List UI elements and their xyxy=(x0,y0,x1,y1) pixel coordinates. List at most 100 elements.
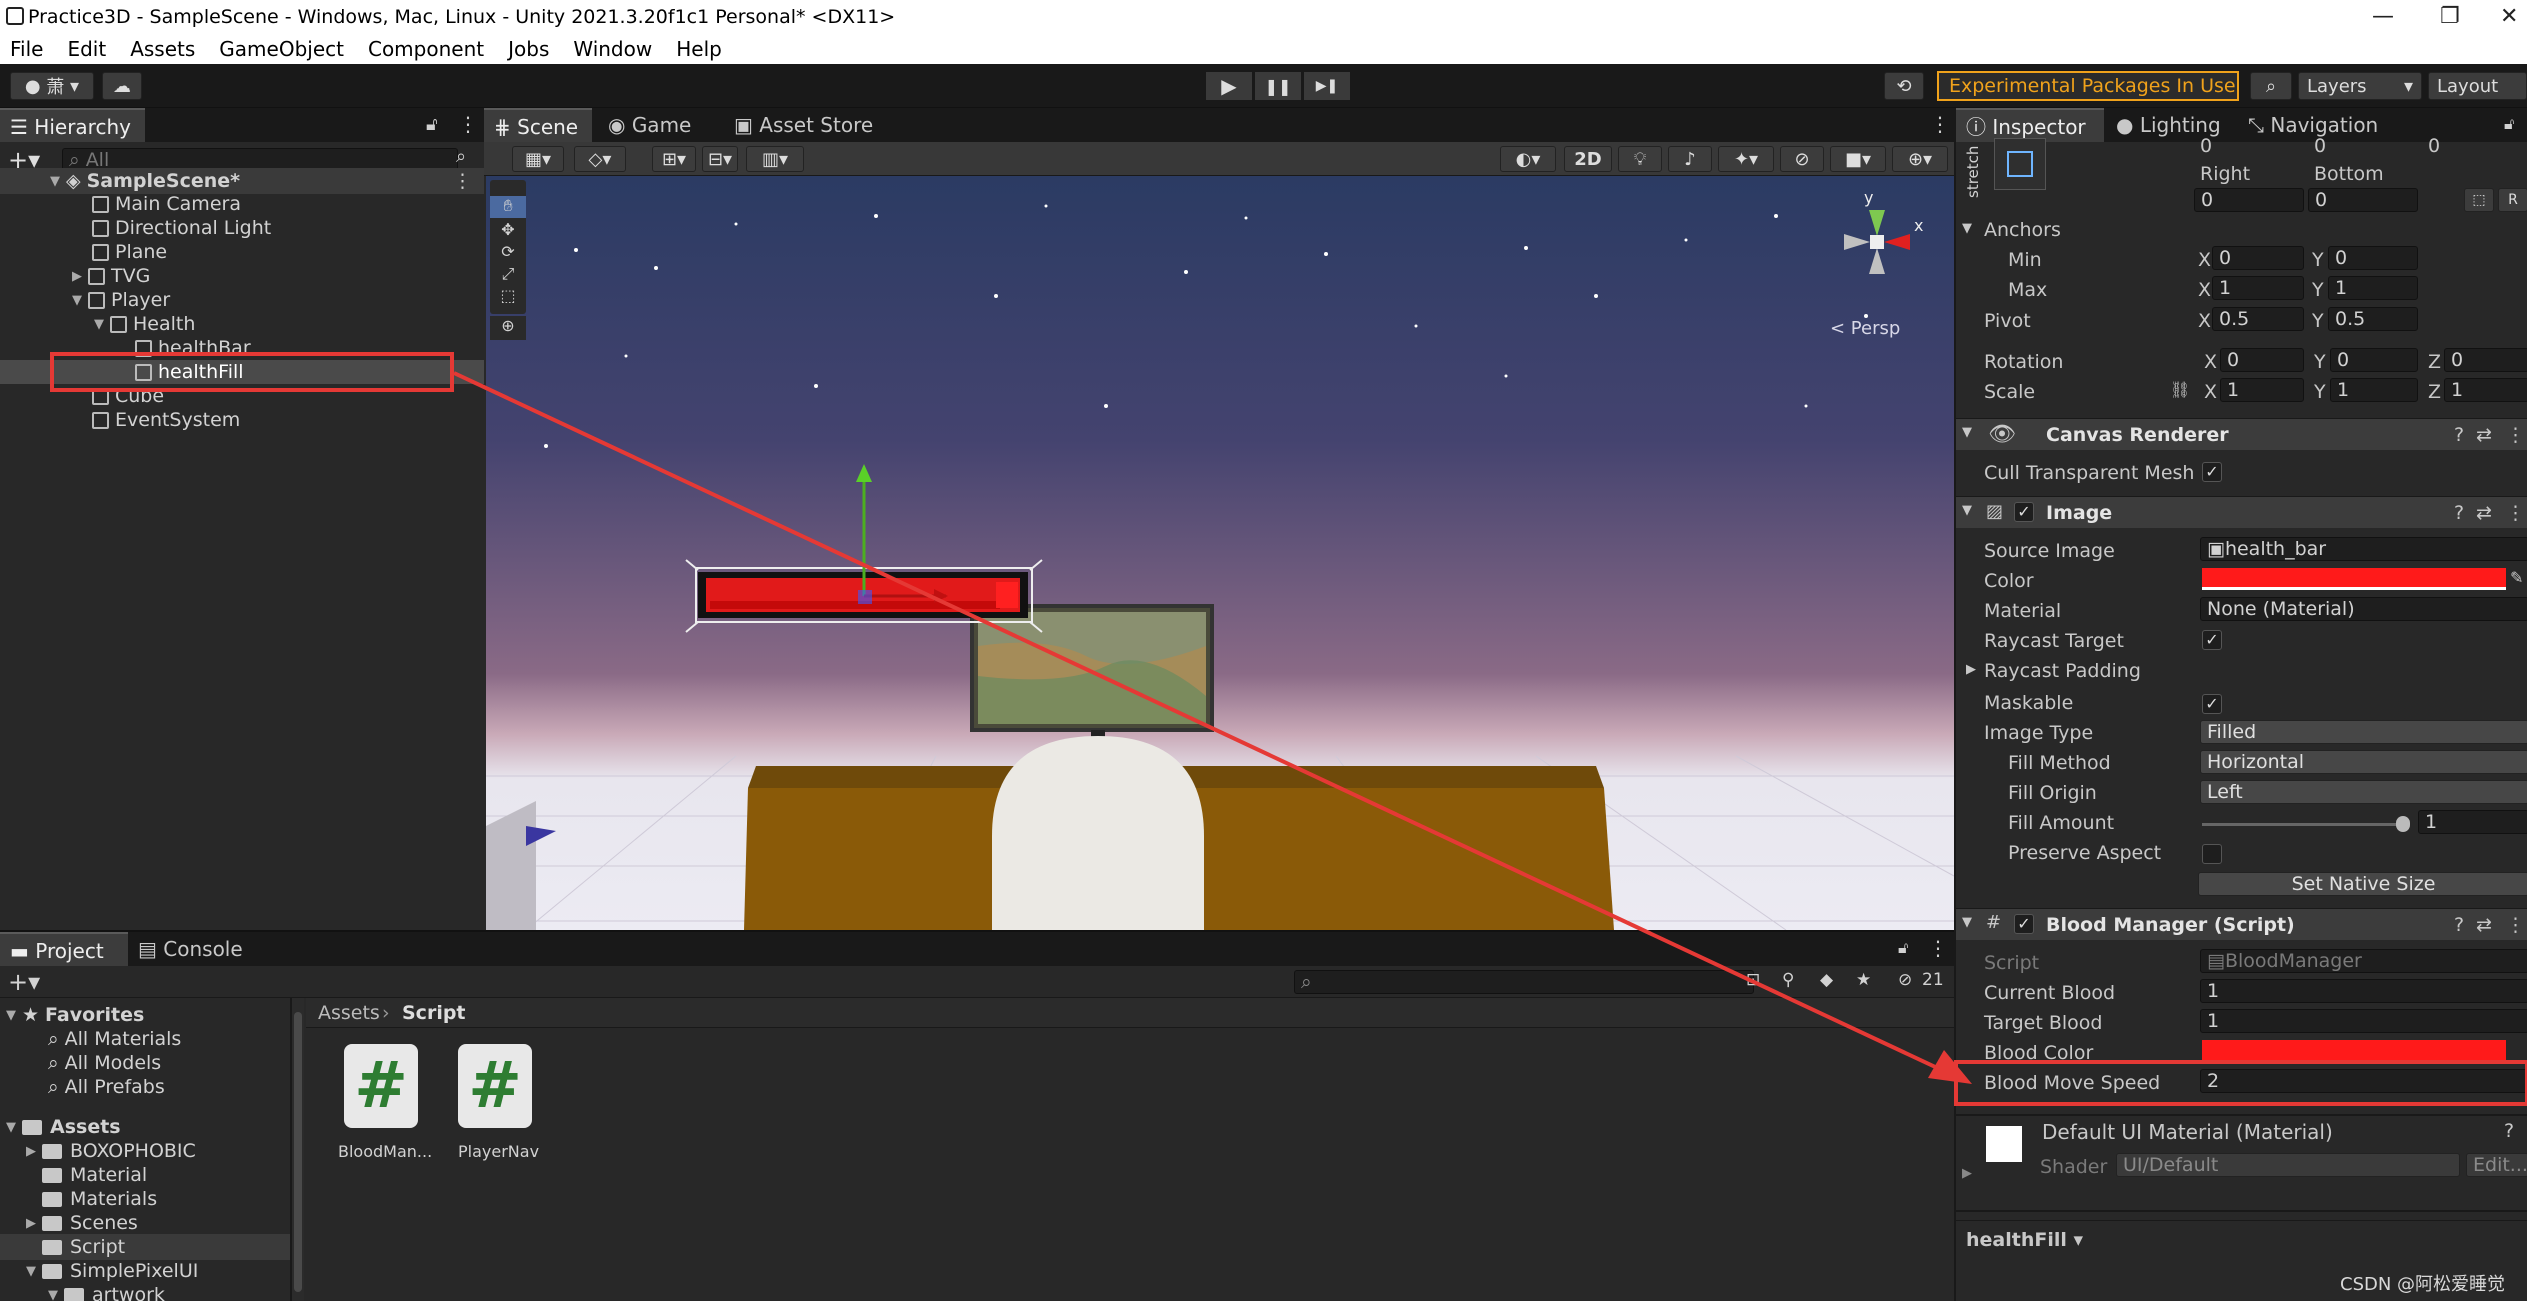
menu-jobs[interactable]: Jobs xyxy=(508,37,549,61)
menu-help[interactable]: Help xyxy=(676,37,722,61)
draw-mode-dropdown[interactable]: ▦▾ xyxy=(512,146,564,172)
pivot-y-input[interactable]: 0.5 xyxy=(2328,307,2418,331)
current-blood-input[interactable]: 1 xyxy=(2200,979,2527,1003)
more-options-icon[interactable]: ⋮ xyxy=(1930,112,1950,136)
scene-row[interactable]: ▼ ◈ SampleScene* ⋮ xyxy=(0,168,484,194)
canvas-renderer-header[interactable]: ▼ 👁︎ Canvas Renderer ? ⇄ ⋮ xyxy=(1956,418,2527,450)
tree-scrollbar[interactable] xyxy=(292,998,304,1301)
more-options-icon[interactable]: ⋮ xyxy=(1928,936,1948,960)
preserve-aspect-checkbox[interactable] xyxy=(2202,844,2222,864)
layout-dropdown[interactable]: Layout xyxy=(2428,72,2527,100)
rotate-tool-icon[interactable]: ⟳ xyxy=(490,242,526,262)
gizmos-dropdown[interactable]: ⊕▾ xyxy=(1892,146,1948,172)
menu-edit[interactable]: Edit xyxy=(67,37,106,61)
set-native-size-button[interactable]: Set Native Size xyxy=(2198,872,2527,896)
favorites-header[interactable]: ▼ ★ Favorites xyxy=(6,1004,144,1026)
rect-value-posz[interactable]: 0 xyxy=(2428,135,2440,157)
fill-amount-slider-track[interactable] xyxy=(2202,823,2402,826)
anchor-min-y-input[interactable]: 0 xyxy=(2328,246,2418,270)
search-by-type-icon[interactable]: ⊡ xyxy=(1746,970,1760,990)
scene-menu-icon[interactable]: ⋮ xyxy=(453,170,472,192)
breadcrumb-script[interactable]: Script xyxy=(402,1002,466,1024)
tag-icon[interactable]: ◆ xyxy=(1820,970,1833,990)
folder-scenes[interactable]: ▶ Scenes xyxy=(26,1212,138,1234)
tab-hierarchy[interactable]: ☰ Hierarchy xyxy=(0,108,145,142)
bottom-input[interactable]: 0 xyxy=(2308,188,2418,212)
component-menu-icon[interactable]: ⋮ xyxy=(2506,424,2525,446)
rotation-z-input[interactable]: 0 xyxy=(2444,348,2527,372)
right-input[interactable]: 0 xyxy=(2194,188,2304,212)
folder-simplepixelui[interactable]: ▼ SimplePixelUI xyxy=(26,1260,198,1282)
scale-tool-icon[interactable]: ⤢ xyxy=(490,264,526,284)
expand-arrow-icon[interactable]: ▶ xyxy=(1962,1166,1972,1181)
anchor-max-x-input[interactable]: 1 xyxy=(2212,276,2304,300)
pivot-toggle[interactable]: ⊞▾ xyxy=(652,146,696,172)
tab-inspector[interactable]: ⓘ Inspector xyxy=(1956,108,2104,142)
preset-icon[interactable]: ⇄ xyxy=(2476,424,2492,446)
close-button[interactable]: ✕ xyxy=(2500,4,2518,29)
maskable-checkbox[interactable]: ✓ xyxy=(2202,694,2222,714)
search-icon[interactable]: ⌕ xyxy=(2250,72,2292,100)
preset-icon[interactable]: ⇄ xyxy=(2476,914,2492,936)
menu-assets[interactable]: Assets xyxy=(130,37,195,61)
tab-game[interactable]: ◉ Game xyxy=(598,108,701,142)
collapse-arrow-icon[interactable]: ▼ xyxy=(1962,503,1972,518)
hierarchy-item-health[interactable]: ▼ Health xyxy=(94,312,195,336)
expand-arrow-icon[interactable]: ▼ xyxy=(72,293,88,308)
fill-amount-input[interactable]: 1 xyxy=(2418,810,2527,834)
rotation-y-input[interactable]: 0 xyxy=(2330,348,2418,372)
image-header[interactable]: ▼ ▨ ✓ Image ? ⇄ ⋮ xyxy=(1956,496,2527,528)
constrain-proportions-icon[interactable]: ⛓ xyxy=(2170,380,2190,399)
help-icon[interactable]: ? xyxy=(2454,424,2464,446)
cull-transparent-mesh-checkbox[interactable]: ✓ xyxy=(2202,462,2222,482)
search-by-label-icon[interactable]: ⚲ xyxy=(1782,970,1794,990)
menu-component[interactable]: Component xyxy=(368,37,484,61)
toggle-2d-button[interactable]: 2D xyxy=(1564,146,1612,172)
fill-origin-dropdown[interactable]: Left xyxy=(2200,780,2527,804)
favorite-all-prefabs[interactable]: ⌕ All Prefabs xyxy=(48,1076,165,1098)
step-button[interactable]: ▶❚ xyxy=(1304,72,1350,100)
image-enabled-checkbox[interactable]: ✓ xyxy=(2014,502,2034,522)
effects-dropdown[interactable]: ✦▾ xyxy=(1718,146,1774,172)
hidden-objects-icon[interactable]: ⊘ xyxy=(1780,146,1824,172)
shading-dropdown[interactable]: ◇▾ xyxy=(574,146,626,172)
hierarchy-item-main-camera[interactable]: Main Camera xyxy=(92,192,241,216)
collapse-arrow-icon[interactable]: ▼ xyxy=(1962,915,1972,930)
orientation-gizmo[interactable] xyxy=(1822,186,1932,296)
projection-label[interactable]: < Persp xyxy=(1830,318,1900,339)
experimental-packages-button[interactable]: Experimental Packages In Use ▾ xyxy=(1937,71,2239,123)
folder-artwork[interactable]: ▼ artwork xyxy=(48,1284,165,1301)
play-button[interactable]: ▶ xyxy=(1206,72,1252,100)
cloud-icon[interactable]: ☁ xyxy=(102,72,142,100)
image-type-dropdown[interactable]: Filled xyxy=(2200,720,2527,744)
search-filter-icon[interactable]: ⌕ xyxy=(456,146,466,167)
help-icon[interactable]: ? xyxy=(2504,1120,2514,1142)
hierarchy-item-player[interactable]: ▼ Player xyxy=(72,288,170,312)
scale-x-input[interactable]: 1 xyxy=(2220,378,2304,402)
lock-icon[interactable]: 🔓︎ xyxy=(2504,114,2514,134)
tab-scene[interactable]: ⋕ Scene xyxy=(484,108,592,142)
layers-dropdown[interactable]: Layers ▾ xyxy=(2298,72,2422,100)
source-image-field[interactable]: ▣health_bar xyxy=(2200,537,2527,561)
script-asset-icon[interactable]: # xyxy=(344,1044,418,1128)
color-swatch[interactable] xyxy=(2202,568,2506,590)
raycast-target-checkbox[interactable]: ✓ xyxy=(2202,630,2222,650)
anchor-min-x-input[interactable]: 0 xyxy=(2212,246,2304,270)
more-options-icon[interactable]: ⋮ xyxy=(458,112,478,136)
expand-arrow-icon[interactable]: ▶ xyxy=(1966,662,1976,677)
tab-asset-store[interactable]: ▣ Asset Store xyxy=(724,108,883,142)
project-search-input[interactable]: ⌕ xyxy=(1294,970,1754,994)
favorite-all-materials[interactable]: ⌕ All Materials xyxy=(48,1028,181,1050)
menu-gameobject[interactable]: GameObject xyxy=(219,37,344,61)
shader-edit-button[interactable]: Edit... xyxy=(2466,1153,2527,1177)
collapse-arrow-icon[interactable]: ▼ xyxy=(1962,221,1972,236)
raycast-padding-label[interactable]: Raycast Padding xyxy=(1984,660,2141,682)
tab-console[interactable]: ▤ Console xyxy=(128,932,253,966)
tab-project[interactable]: ▬ Project xyxy=(0,932,128,966)
preview-object-name[interactable]: healthFill ▾ xyxy=(1966,1229,2083,1251)
raw-edit-button[interactable]: R xyxy=(2498,188,2527,212)
folder-material[interactable]: Material xyxy=(42,1164,147,1186)
snap-increment-dropdown[interactable]: ▥▾ xyxy=(746,146,804,172)
pause-button[interactable]: ❚❚ xyxy=(1255,72,1301,100)
move-tool-icon[interactable]: ✥ xyxy=(490,220,526,240)
